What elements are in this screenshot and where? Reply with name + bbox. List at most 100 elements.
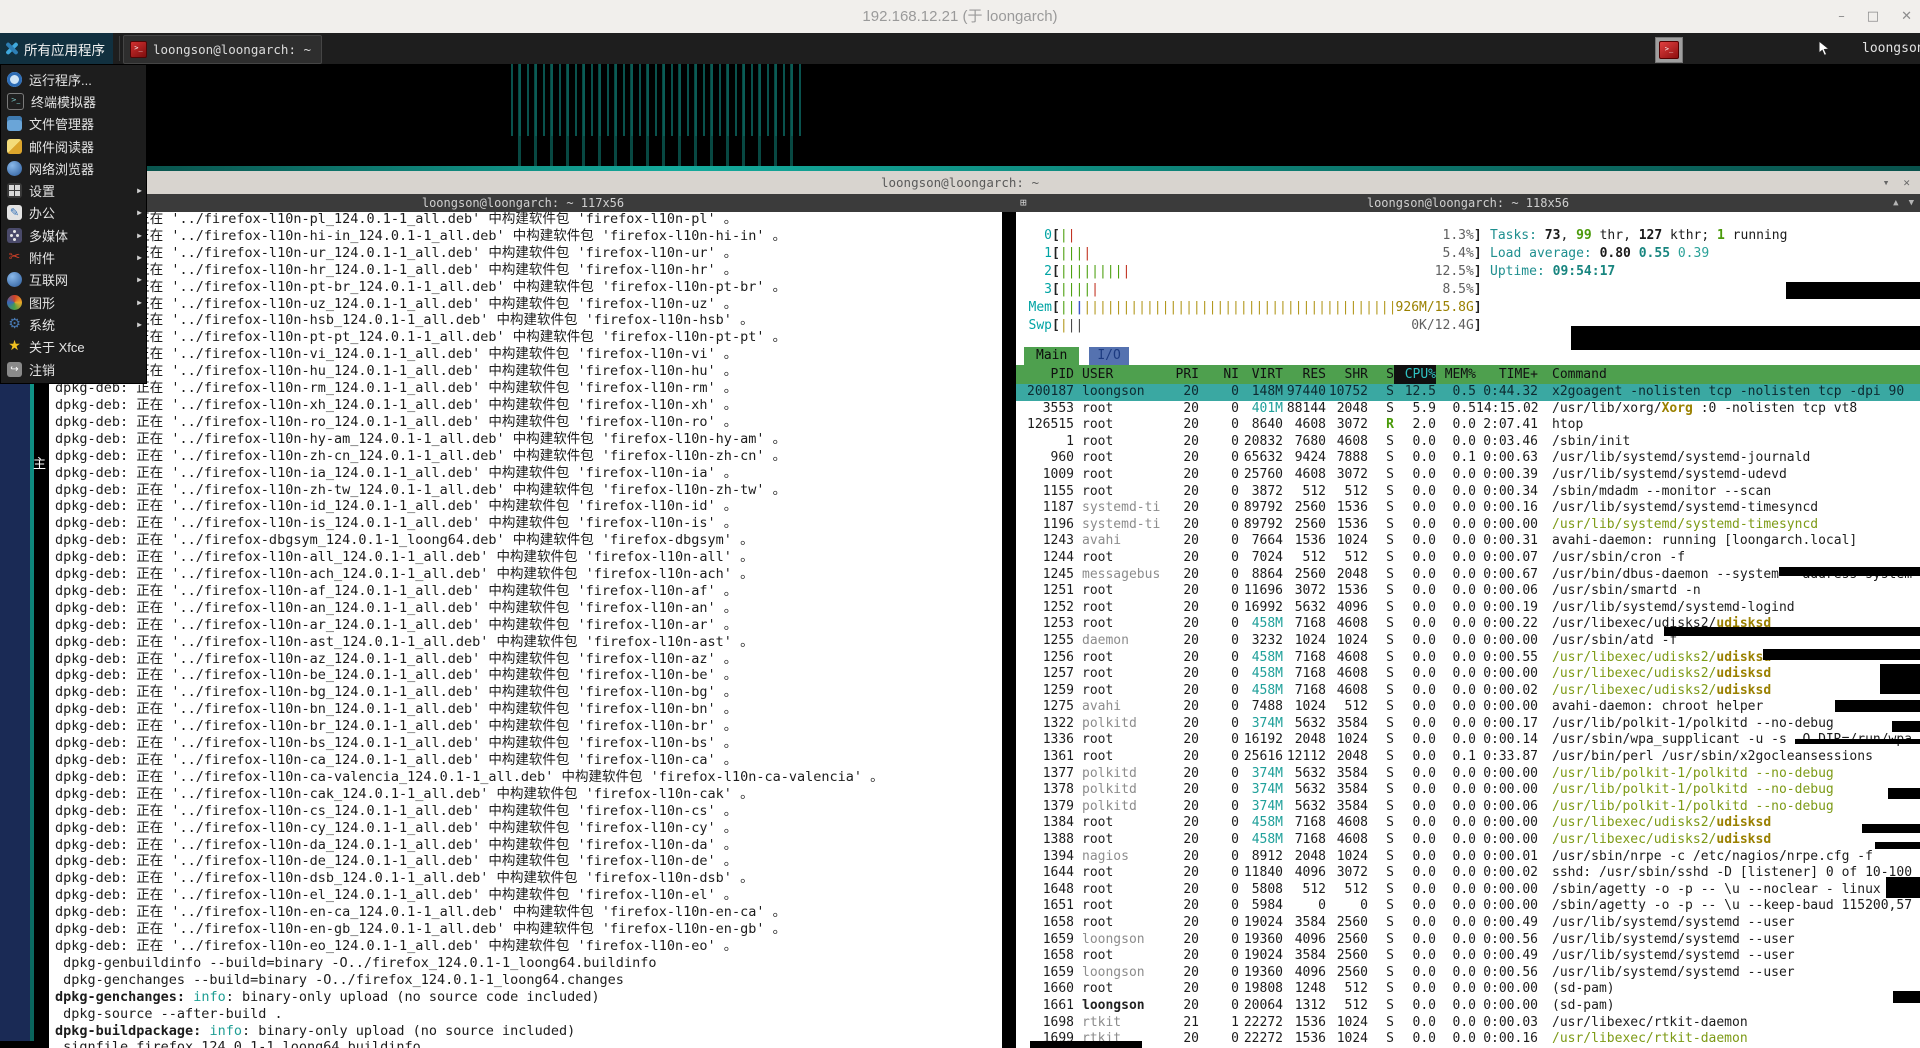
- process-row[interactable]: 1251root2001169630721536S0.00.00:00.06/u…: [1016, 583, 1920, 600]
- maximize-icon[interactable]: □: [1867, 9, 1879, 24]
- menu-item-logout[interactable]: ↪注销: [1, 358, 146, 380]
- menu-item-run[interactable]: 运行程序...: [1, 68, 146, 90]
- process-row[interactable]: 1root2002083276804608S0.00.00:03.46/sbin…: [1016, 434, 1920, 451]
- process-row[interactable]: 1187systemd-ti2008979225601536S0.00.00:0…: [1016, 500, 1920, 517]
- menu-item-system[interactable]: ⚙系统▶: [1, 313, 146, 335]
- process-row[interactable]: 1658root2001902435842560S0.00.00:00.49/u…: [1016, 915, 1920, 932]
- dpkg-log-line: dpkg-deb: 正在 '../firefox-l10n-bs_124.0.1…: [55, 735, 1002, 752]
- menu-item-accessories[interactable]: ✂附件▶: [1, 246, 146, 268]
- htop-column-virt[interactable]: VIRT: [1239, 365, 1283, 384]
- process-row[interactable]: 126515root200864046083072R2.00.02:07.41h…: [1016, 417, 1920, 434]
- process-row[interactable]: 1698rtkit2112227215361024S0.00.00:00.03/…: [1016, 1015, 1920, 1032]
- window-close-icon[interactable]: ✕: [1903, 176, 1910, 189]
- scroll-up-icon[interactable]: ▲: [1893, 198, 1898, 208]
- taskbar-button[interactable]: >_ loongson@loongarch: ~: [123, 35, 322, 64]
- desktop-icon-label[interactable]: 主: [33, 453, 46, 472]
- menu-item-mail[interactable]: 邮件阅读器: [1, 135, 146, 157]
- applications-menu-button[interactable]: 所有应用程序: [0, 33, 113, 64]
- process-row[interactable]: 200187loongson200148M9744010752S12.50.50…: [1016, 384, 1920, 401]
- htop-tab-io[interactable]: I/O: [1089, 347, 1128, 365]
- redaction-bar: [1664, 627, 1920, 636]
- menu-item-about[interactable]: ★关于 Xfce: [1, 336, 146, 358]
- left-terminal[interactable]: dpkg-deb: 正在 '../firefox-l10n-pl_124.0.1…: [49, 212, 1002, 1048]
- htop-process-table: 200187loongson200148M9744010752S12.50.50…: [1016, 384, 1920, 1048]
- dpkg-log-line: dpkg-genchanges: info: binary-only uploa…: [55, 989, 1002, 1006]
- process-row[interactable]: 1388root200458M71684608S0.00.00:00.00/us…: [1016, 832, 1920, 849]
- process-row[interactable]: 960root2006563294247888S0.00.10:00.63/us…: [1016, 450, 1920, 467]
- menu-item-files[interactable]: 文件管理器: [1, 113, 146, 135]
- htop-column-cpu[interactable]: CPU%: [1394, 365, 1436, 384]
- dpkg-log-line: dpkg-deb: 正在 '../firefox-l10n-is_124.0.1…: [55, 515, 1002, 532]
- process-row[interactable]: 1155root2003872512512S0.00.00:00.34/sbin…: [1016, 484, 1920, 501]
- htop-column-pri[interactable]: PRI: [1166, 365, 1199, 384]
- process-row[interactable]: 1659loongson2001936040962560S0.00.00:00.…: [1016, 932, 1920, 949]
- process-row[interactable]: 1244root2007024512512S0.00.00:00.07/usr/…: [1016, 550, 1920, 567]
- submenu-arrow-icon: ▶: [137, 231, 142, 240]
- process-row[interactable]: 1196systemd-ti2008979225601536S0.00.00:0…: [1016, 517, 1920, 534]
- dpkg-log-line: dpkg-deb: 正在 '../firefox-l10n-vi_124.0.1…: [55, 346, 1002, 363]
- dpkg-log-line: dpkg-deb: 正在 '../firefox-l10n-zh-cn_124.…: [55, 448, 1002, 465]
- htop-column-shr[interactable]: SHR: [1326, 365, 1368, 384]
- process-row[interactable]: 1659loongson2001936040962560S0.00.00:00.…: [1016, 965, 1920, 982]
- menu-item-settings[interactable]: 设置▶: [1, 179, 146, 201]
- htop-column-mem[interactable]: MEM%: [1436, 365, 1476, 384]
- process-row[interactable]: 3553root200401M881442048S5.90.514:15.02/…: [1016, 401, 1920, 418]
- scroll-down-icon[interactable]: ▼: [1909, 198, 1914, 208]
- menu-item-multimedia[interactable]: 多媒体▶: [1, 224, 146, 246]
- htop-column-time[interactable]: TIME+: [1476, 365, 1538, 384]
- htop-column-pid[interactable]: PID: [1016, 365, 1074, 384]
- process-row[interactable]: 1009root2002576046083072S0.00.00:00.39/u…: [1016, 467, 1920, 484]
- process-row[interactable]: 1379polkitd200374M56323584S0.00.00:00.06…: [1016, 799, 1920, 816]
- left-terminal-title[interactable]: loongson@loongarch: ~ 117x56: [40, 194, 1006, 212]
- process-row[interactable]: 1394nagios200891220481024S0.00.00:00.01/…: [1016, 849, 1920, 866]
- run-icon: [7, 72, 22, 87]
- taskbar-button-label: loongson@loongarch: ~: [153, 42, 311, 57]
- window-shade-icon[interactable]: ▾: [1883, 176, 1890, 189]
- process-row[interactable]: 1661loongson200200641312512S0.00.00:00.0…: [1016, 998, 1920, 1015]
- browser-icon: [7, 161, 22, 176]
- process-row[interactable]: 1259root200458M71684608S0.00.00:00.02/us…: [1016, 683, 1920, 700]
- htop-summary: Tasks: 73, 99 thr, 127 kthr; 1 runningLo…: [1490, 227, 1787, 281]
- process-row[interactable]: 1658root2001902435842560S0.00.00:00.49/u…: [1016, 948, 1920, 965]
- htop-column-command[interactable]: Command: [1538, 365, 1920, 384]
- menu-item-terminal[interactable]: >_终端模拟器: [1, 90, 146, 112]
- mail-icon: [7, 139, 22, 154]
- menu-item-office[interactable]: ✎办公▶: [1, 202, 146, 224]
- close-icon[interactable]: ✕: [1901, 9, 1912, 24]
- process-row[interactable]: 1384root200458M71684608S0.00.00:00.00/us…: [1016, 815, 1920, 832]
- process-row[interactable]: 1243avahi200766415361024S0.00.00:00.31av…: [1016, 533, 1920, 550]
- htop-column-user[interactable]: USER: [1074, 365, 1166, 384]
- htop-tab-main[interactable]: Main: [1024, 347, 1079, 365]
- dpkg-log-line: dpkg-deb: 正在 '../firefox-l10n-ca-valenci…: [55, 769, 1002, 786]
- process-row[interactable]: 1699rtkit2002227215361024S0.00.00:00.16/…: [1016, 1031, 1920, 1048]
- htop-column-ni[interactable]: NI: [1199, 365, 1239, 384]
- htop-column-s[interactable]: S: [1368, 365, 1394, 384]
- htop-header-row[interactable]: PIDUSERPRINIVIRTRESSHRSCPU%MEM%TIME+Comm…: [1016, 365, 1920, 384]
- process-row[interactable]: 1252root2001699256324096S0.00.00:00.19/u…: [1016, 600, 1920, 617]
- process-row[interactable]: 1361root20025616121122048S0.00.10:33.87/…: [1016, 749, 1920, 766]
- window-titlebar[interactable]: loongson@loongarch: ~: [0, 171, 1920, 195]
- redaction-bar: [1030, 1041, 1142, 1048]
- process-row[interactable]: 1257root200458M71684608S0.00.00:00.00/us…: [1016, 666, 1920, 683]
- process-row[interactable]: 1648root2005808512512S0.00.00:00.00/sbin…: [1016, 882, 1920, 899]
- screenshare-tray-icon[interactable]: >_: [1659, 41, 1679, 59]
- menu-item-browser[interactable]: 网络浏览器: [1, 157, 146, 179]
- dpkg-log-line: dpkg-deb: 正在 '../firefox-l10n-zh-tw_124.…: [55, 482, 1002, 499]
- menu-item-graphics[interactable]: 图形▶: [1, 291, 146, 313]
- menu-item-internet[interactable]: 互联网▶: [1, 269, 146, 291]
- process-row[interactable]: 1660root200198081248512S0.00.00:00.00(sd…: [1016, 981, 1920, 998]
- minimize-icon[interactable]: –: [1838, 9, 1845, 24]
- process-row[interactable]: 1336root2001619220481024S0.00.00:00.14/u…: [1016, 732, 1920, 749]
- process-row[interactable]: 1644root2001184040963072S0.00.00:00.02ss…: [1016, 865, 1920, 882]
- process-row[interactable]: 1378polkitd200374M56323584S0.00.00:00.00…: [1016, 782, 1920, 799]
- viewer-titlebar[interactable]: 192.168.12.21 (于 loongarch): [0, 0, 1920, 34]
- mouse-cursor-icon: [1818, 40, 1831, 61]
- right-terminal-title[interactable]: loongson@loongarch: ~ 118x56: [1016, 194, 1920, 212]
- dpkg-log-line: dpkg-deb: 正在 '../firefox-l10n-en-gb_124.…: [55, 921, 1002, 938]
- process-row[interactable]: 1322polkitd200374M56323584S0.00.00:00.17…: [1016, 716, 1920, 733]
- htop-column-res[interactable]: RES: [1283, 365, 1326, 384]
- process-row[interactable]: 1275avahi20074881024512S0.00.00:00.00ava…: [1016, 699, 1920, 716]
- process-row[interactable]: 1651root200598400S0.00.00:00.00/sbin/age…: [1016, 898, 1920, 915]
- process-row[interactable]: 1377polkitd200374M56323584S0.00.00:00.00…: [1016, 766, 1920, 783]
- about-icon: ★: [7, 339, 22, 354]
